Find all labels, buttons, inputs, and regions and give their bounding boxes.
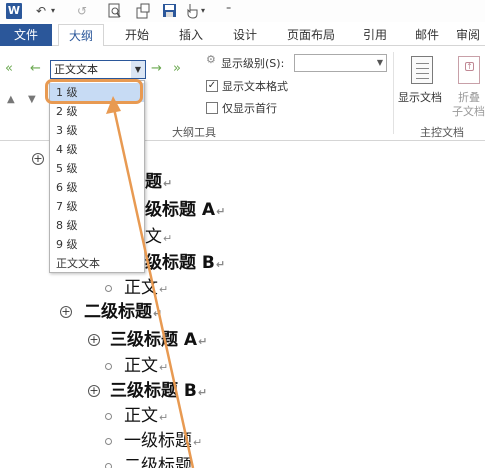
word-window: W ↶ ▾ ↺ ▾ ⁼ 文件 大纲 开始 插入 设计 页面布局 引用 邮件 审阅… bbox=[0, 0, 485, 468]
annotation-arrow bbox=[106, 96, 195, 468]
